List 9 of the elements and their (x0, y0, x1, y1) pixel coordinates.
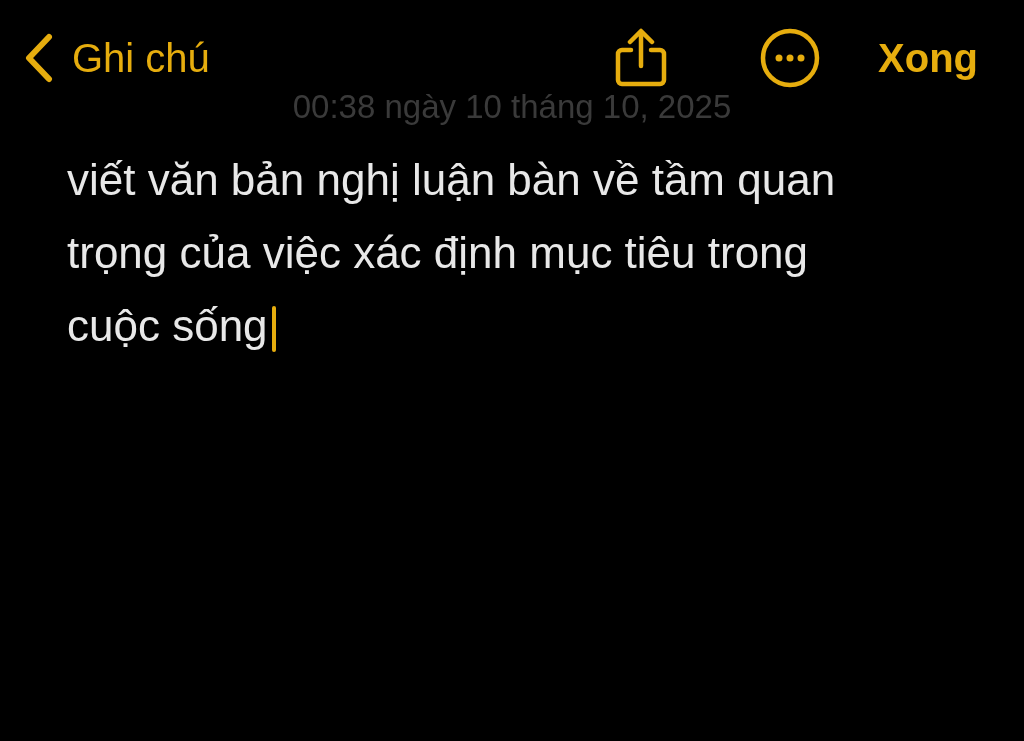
note-timestamp: 00:38 ngày 10 tháng 10, 2025 (292, 90, 732, 123)
done-button[interactable]: Xong (878, 28, 978, 88)
share-button[interactable] (614, 28, 668, 88)
chevron-left-icon (24, 33, 54, 83)
more-icon (760, 28, 820, 88)
note-text[interactable]: viết văn bản nghị luận bàn về tầm quan trọng của việc xác định mục tiêu trong cuộc sống (67, 143, 887, 362)
share-icon (614, 28, 668, 88)
back-button[interactable]: Ghi chú (24, 28, 210, 88)
more-button[interactable] (760, 28, 820, 88)
